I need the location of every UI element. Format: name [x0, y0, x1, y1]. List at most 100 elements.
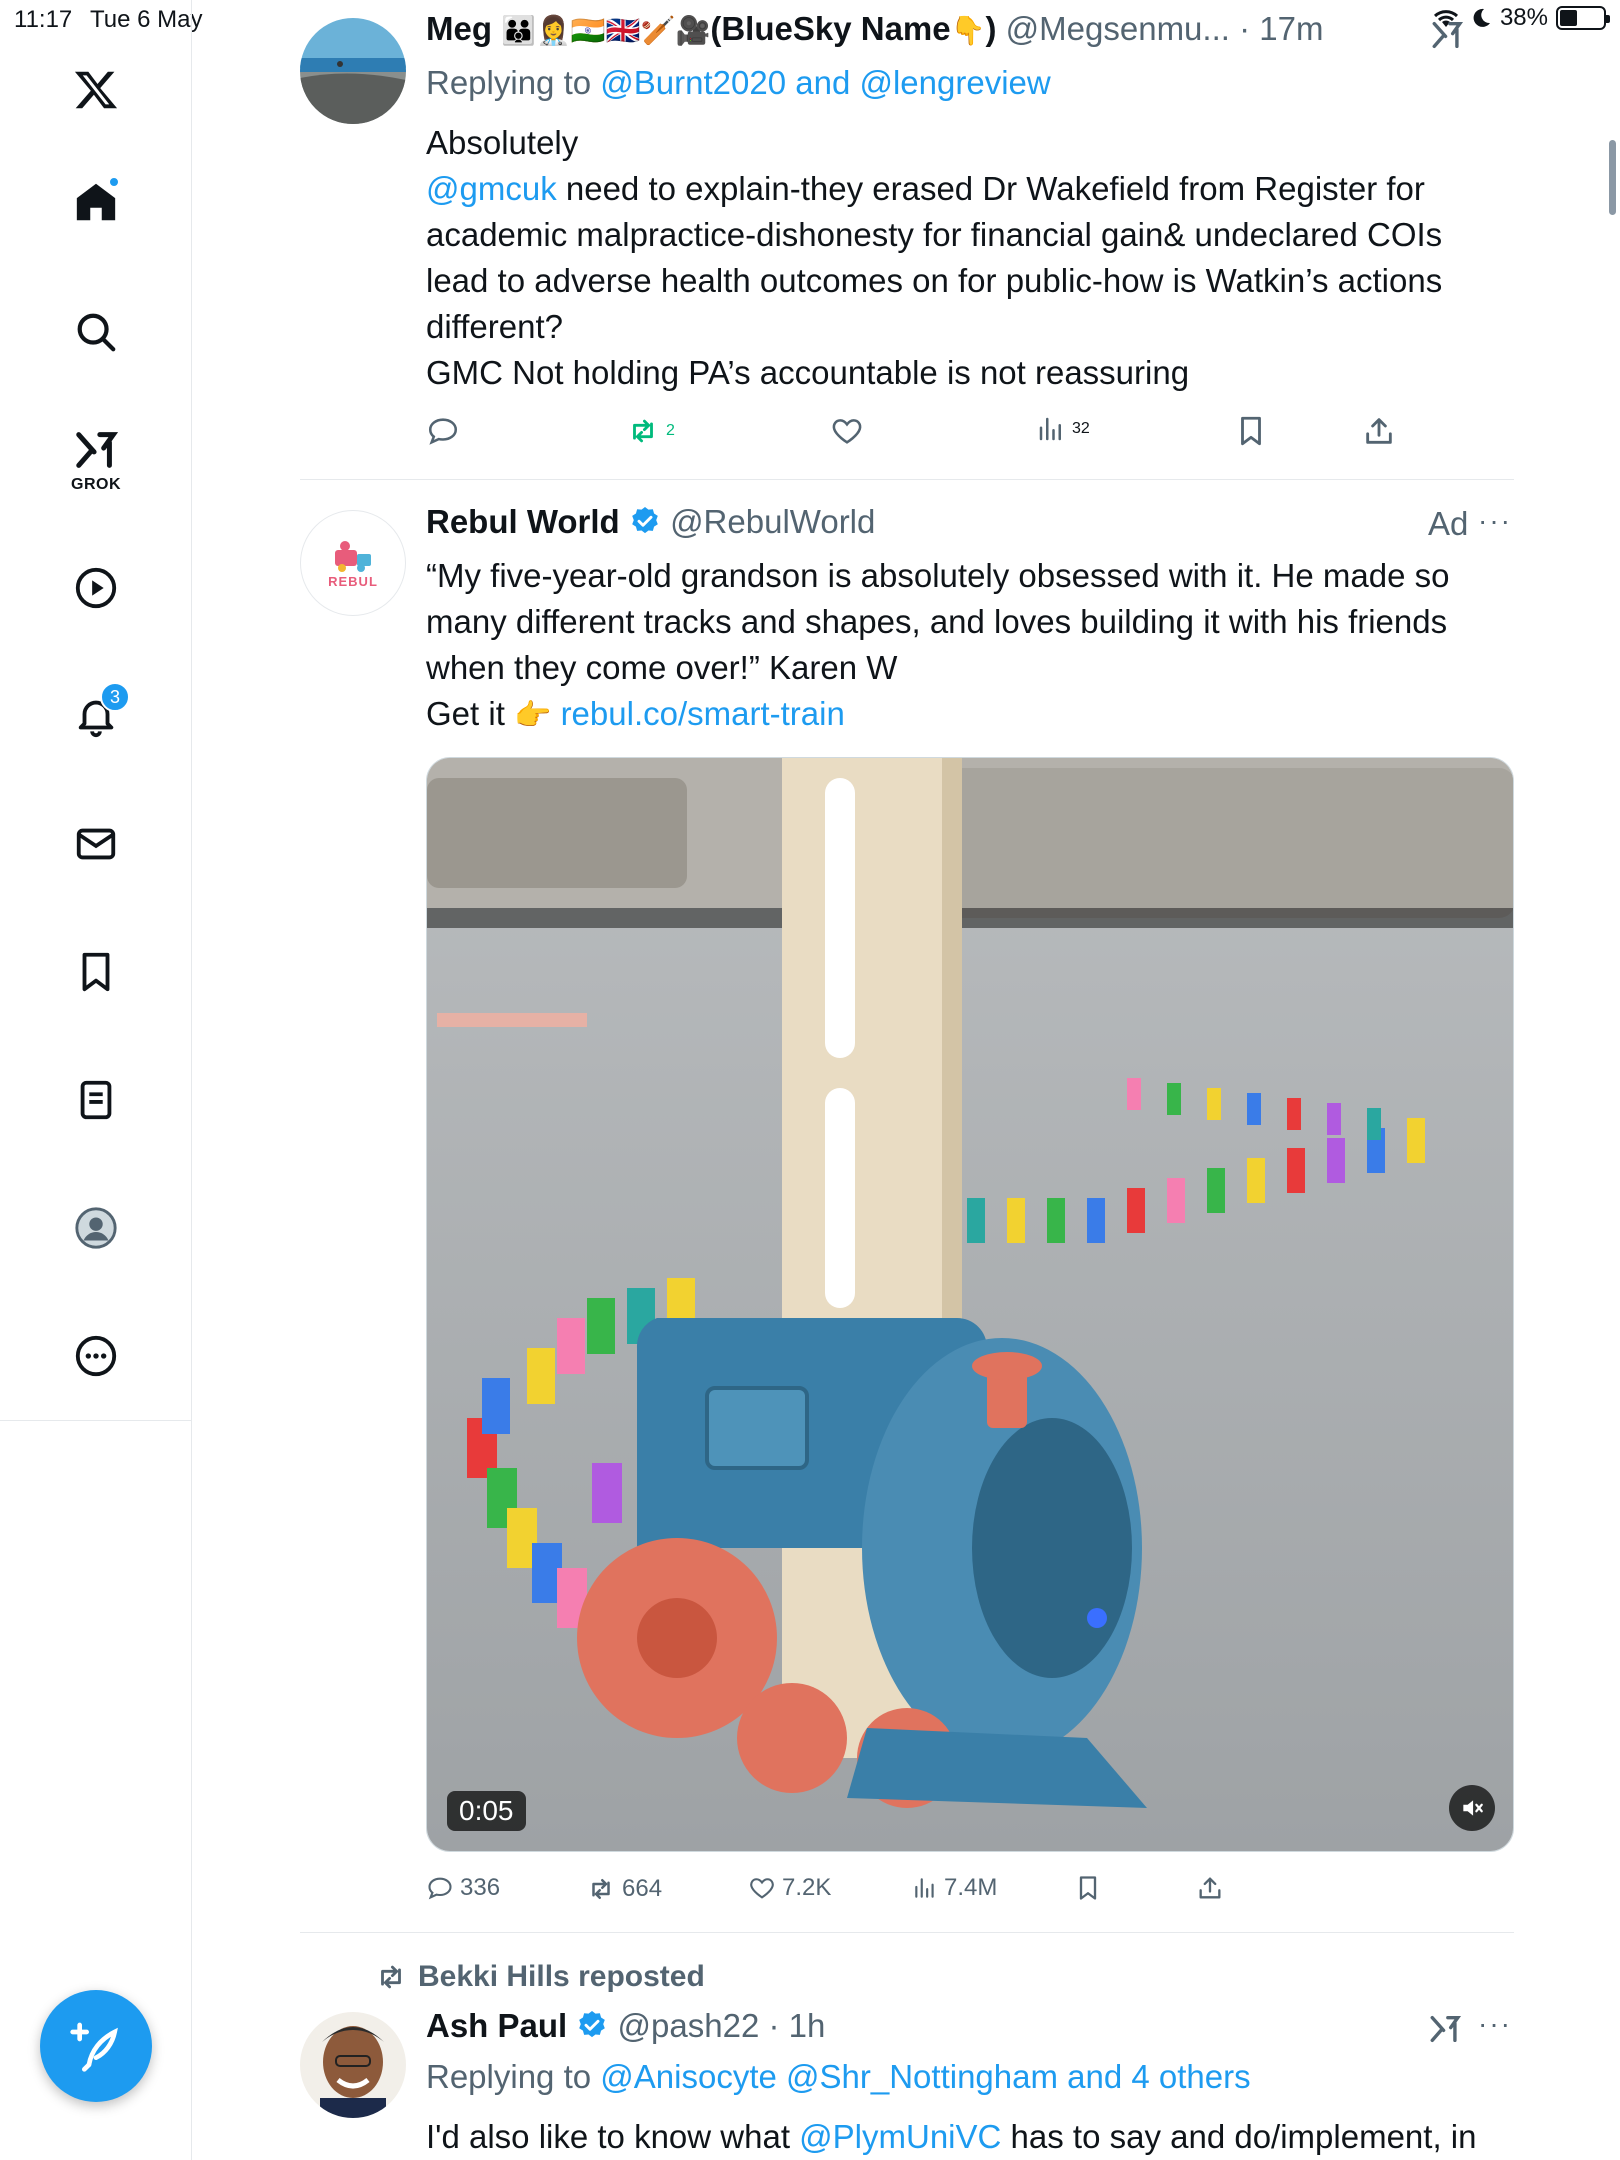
heart-icon — [832, 419, 862, 444]
x-logo-icon[interactable] — [66, 60, 126, 120]
avatar-rebul[interactable]: REBUL — [300, 510, 406, 616]
author-name[interactable]: Meg — [426, 10, 492, 47]
replying-to: Replying to @Burnt2020 and @lengreview — [426, 64, 1051, 101]
sidebar-nav: GROK 3 — [0, 0, 192, 2160]
more-options-icon[interactable]: ··· — [1478, 2008, 1512, 2040]
repost-icon — [633, 419, 653, 443]
mention-plymunivc[interactable]: @PlymUniVC — [799, 2118, 1001, 2155]
repost-button[interactable]: 664 — [586, 1874, 662, 1904]
bookmark-icon — [82, 952, 110, 992]
replying-to-users[interactable]: @Burnt2020 and @lengreview — [600, 64, 1050, 101]
sidebar-item-grok[interactable]: GROK — [66, 420, 126, 493]
views-count: 7.4M — [944, 1874, 998, 1901]
point-down-emoji-icon: 👇 — [950, 15, 986, 46]
bookmark-button[interactable] — [1234, 414, 1268, 448]
ad-label: Ad — [1428, 505, 1469, 542]
views-chart-icon — [915, 1878, 934, 1898]
post-time[interactable]: · 17m — [1239, 10, 1323, 47]
avatar-meg[interactable] — [300, 18, 406, 124]
feather-plus-icon — [70, 2022, 118, 2072]
repost-icon — [592, 1879, 610, 1899]
home-unread-dot — [108, 176, 120, 188]
post-rebul-header: Rebul World @RebulWorld — [426, 503, 875, 541]
rebul-train-logo-icon — [335, 540, 371, 572]
sidebar-item-more[interactable] — [66, 1326, 126, 1386]
sidebar-item-profile[interactable] — [66, 1198, 126, 1258]
compose-post-button[interactable] — [40, 1990, 152, 2102]
repost-icon — [381, 1965, 401, 1989]
notifications-badge: 3 — [100, 682, 130, 712]
repost-button[interactable]: 2 — [626, 414, 675, 448]
sidebar-item-bookmarks[interactable] — [66, 942, 126, 1002]
reply-button[interactable] — [426, 414, 460, 448]
share-button[interactable] — [1362, 414, 1396, 448]
verified-badge-icon — [579, 2011, 606, 2038]
repost-indicator: Bekki Hills reposted — [374, 1960, 705, 1994]
video-player[interactable]: 0:05 — [426, 757, 1514, 1852]
more-options-icon[interactable]: ··· — [1478, 505, 1512, 537]
profile-avatar-icon — [75, 1207, 117, 1249]
author-name[interactable]: Rebul World — [426, 503, 620, 540]
share-icon — [1366, 418, 1392, 444]
reply-button[interactable]: 336 — [426, 1874, 500, 1902]
post-ash-body: I'd also like to know what @PlymUniVC ha… — [426, 2118, 1477, 2155]
scrollbar-thumb[interactable] — [1609, 140, 1616, 215]
author-name-suffix: (BlueSky Name — [710, 10, 951, 47]
repost-count: 664 — [622, 1875, 663, 1902]
heart-icon — [750, 1878, 774, 1899]
replying-to-users[interactable]: @Anisocyte @Shr_Nottingham and 4 others — [600, 2058, 1250, 2095]
grok-label: GROK — [71, 476, 121, 493]
grok-post-icon[interactable] — [1430, 18, 1464, 52]
sidebar-divider — [0, 1420, 192, 1421]
pointing-hand-emoji-icon: 👉 — [514, 699, 552, 732]
avatar-ash-paul[interactable] — [300, 2012, 406, 2118]
bookmark-button[interactable] — [1074, 1874, 1102, 1902]
reply-icon — [428, 1877, 452, 1900]
views-chart-icon — [1039, 417, 1061, 441]
video-timestamp: 0:05 — [447, 1791, 526, 1831]
sidebar-item-lists[interactable] — [66, 1070, 126, 1130]
video-frame-train-dominoes — [427, 758, 1513, 1851]
list-icon — [80, 1080, 112, 1120]
mail-icon — [76, 828, 116, 860]
views-button[interactable]: 7.4M — [912, 1874, 997, 1902]
share-icon — [1199, 1877, 1221, 1899]
reply-count: 336 — [460, 1874, 501, 1901]
bookmark-icon — [1079, 1876, 1097, 1900]
bookmark-icon — [1241, 416, 1261, 446]
grok-icon — [76, 432, 119, 468]
share-button[interactable] — [1196, 1874, 1224, 1902]
views-count: 32 — [1072, 420, 1090, 437]
mention-gmcuk[interactable]: @gmcuk — [426, 170, 557, 207]
views-button[interactable]: 32 — [1036, 414, 1090, 444]
author-name[interactable]: Ash Paul — [426, 2007, 567, 2044]
moon-icon — [1473, 8, 1490, 27]
post-ash-header: Ash Paul @pash22 · 1h — [426, 2007, 825, 2045]
sidebar-item-videos[interactable] — [66, 558, 126, 618]
sidebar-item-messages[interactable] — [66, 814, 126, 874]
like-count: 7.2K — [782, 1874, 832, 1901]
author-handle[interactable]: @Megsenmu... — [1006, 10, 1230, 47]
sidebar-item-explore[interactable] — [66, 302, 126, 362]
sidebar-item-home[interactable] — [66, 172, 126, 232]
battery-percentage: 38% — [1499, 4, 1548, 31]
replying-to: Replying to @Anisocyte @Shr_Nottingham a… — [426, 2058, 1251, 2095]
ad-link[interactable]: rebul.co/smart-train — [561, 695, 845, 732]
repost-count: 2 — [666, 422, 675, 439]
mute-toggle[interactable] — [1449, 1785, 1495, 1831]
post-meg-header: Meg 👪👩‍⚕️🇮🇳🇬🇧🏏🎥(BlueSky Name👇) @Megsenmu… — [426, 10, 1323, 48]
like-button[interactable]: 7.2K — [748, 1874, 831, 1902]
muted-speaker-icon — [1463, 1800, 1483, 1816]
author-name-close: ) — [985, 10, 997, 47]
search-icon — [77, 313, 116, 352]
post-time[interactable]: · 1h — [768, 2007, 825, 2044]
like-button[interactable] — [830, 414, 864, 448]
reposted-by[interactable]: Bekki Hills reposted — [418, 1960, 705, 1994]
more-circle-icon — [75, 1335, 117, 1377]
grok-post-icon[interactable] — [1428, 2012, 1462, 2046]
reply-icon — [428, 418, 458, 445]
name-emoji-icon: 👪👩‍⚕️🇮🇳🇬🇧🏏🎥 — [501, 15, 711, 46]
author-handle[interactable]: @RebulWorld — [670, 503, 875, 540]
author-handle[interactable]: @pash22 — [618, 2007, 760, 2044]
sidebar-item-notifications[interactable]: 3 — [66, 682, 130, 746]
